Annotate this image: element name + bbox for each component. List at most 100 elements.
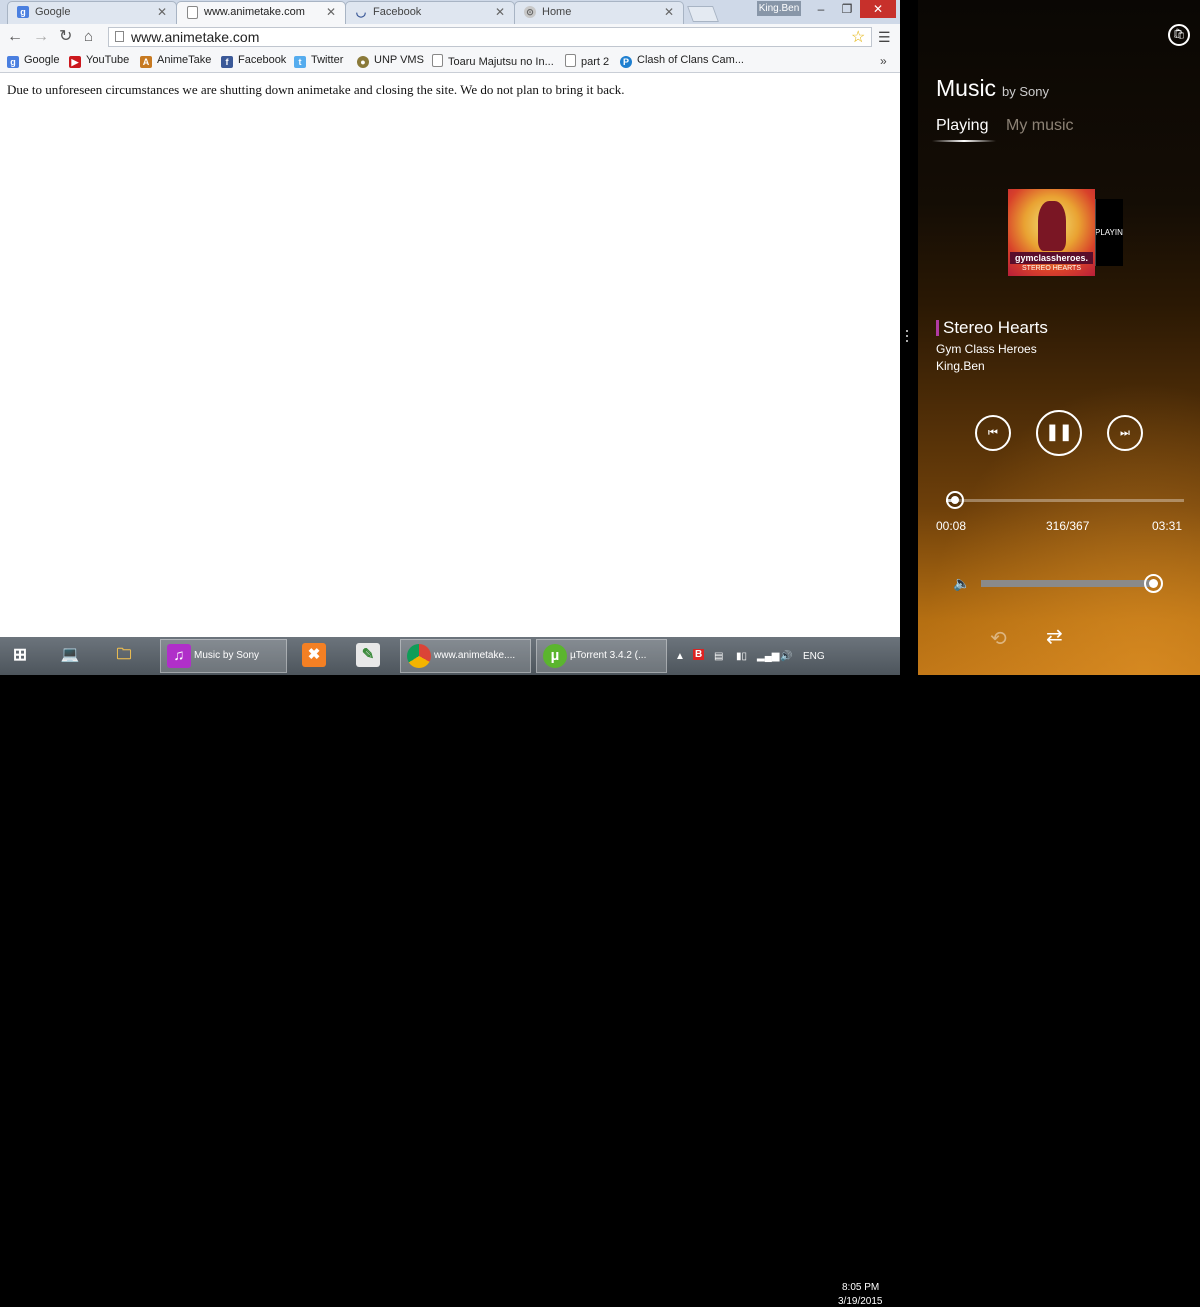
- battery-icon[interactable]: ▮▯: [736, 651, 747, 662]
- url-text[interactable]: www.animetake.com: [131, 29, 259, 45]
- google-icon: g: [7, 56, 19, 68]
- bookmark-label: YouTube: [86, 54, 130, 66]
- taskbar-editor[interactable]: ✎: [350, 639, 390, 673]
- animetake-icon: A: [140, 56, 152, 68]
- snap-divider[interactable]: [900, 0, 918, 675]
- song-user: King.Ben: [936, 359, 985, 373]
- folder-icon: 🗀: [116, 646, 132, 663]
- volume-slider[interactable]: [981, 574, 1163, 593]
- previous-button[interactable]: ⏮: [975, 415, 1011, 451]
- close-icon[interactable]: ✕: [157, 5, 167, 19]
- restore-button[interactable]: ❐: [834, 0, 860, 18]
- tray-window-icon[interactable]: ▤: [714, 651, 723, 662]
- close-icon[interactable]: ✕: [664, 5, 674, 19]
- tab-facebook[interactable]: ◡ Facebook ✕: [345, 1, 515, 24]
- close-icon[interactable]: ✕: [495, 5, 505, 19]
- time-total: 03:31: [1152, 519, 1183, 533]
- utorrent-icon: µ: [543, 644, 567, 668]
- language-indicator[interactable]: ENG: [803, 651, 825, 662]
- bookmark-google[interactable]: g Google: [7, 54, 59, 68]
- taskbar-music-by-sony[interactable]: ♫ Music by Sony: [160, 639, 287, 673]
- address-bar[interactable]: www.animetake.com: [108, 27, 872, 47]
- signal-icon[interactable]: ▂▄▆: [757, 651, 779, 662]
- song-artist: Gym Class Heroes: [936, 342, 1037, 356]
- skip-forward-icon: ⏭: [1120, 427, 1130, 439]
- tab-home[interactable]: ⊙ Home ✕: [514, 1, 684, 24]
- taskbar: ⊞ 💻 🗀 ♫ Music by Sony ✖ ✎ www.animetake.…: [0, 637, 900, 1307]
- back-icon[interactable]: ←: [7, 28, 23, 46]
- bookmark-label: AnimeTake: [157, 54, 212, 66]
- taskbar-pc[interactable]: 💻: [52, 639, 92, 673]
- bookmark-label: Twitter: [311, 54, 344, 66]
- store-icon[interactable]: 🛍: [1168, 24, 1190, 46]
- clock-time[interactable]: 8:05 PM: [842, 1282, 879, 1293]
- chevron-right-icon[interactable]: »: [880, 54, 887, 68]
- taskbar-label: www.animetake....: [434, 650, 516, 661]
- bookmark-youtube[interactable]: ▶ YouTube: [69, 54, 129, 68]
- album-figure: [1038, 201, 1066, 251]
- pause-button[interactable]: ❚❚: [1036, 410, 1082, 456]
- minimize-button[interactable]: –: [808, 0, 834, 18]
- bookmark-star-icon[interactable]: ☆: [851, 27, 865, 47]
- new-tab-button[interactable]: [687, 6, 719, 22]
- browser-window: g Google ✕ www.animetake.com ✕ ◡ Faceboo…: [0, 0, 900, 637]
- home-icon[interactable]: ⌂: [84, 28, 93, 46]
- menu-icon[interactable]: ☰: [878, 29, 891, 46]
- taskbar-explorer[interactable]: 🗀: [106, 639, 146, 673]
- bookmark-unp-vms[interactable]: ● UNP VMS: [357, 54, 424, 68]
- bookmark-facebook[interactable]: f Facebook: [221, 54, 286, 68]
- clock-date[interactable]: 3/19/2015: [838, 1296, 883, 1307]
- twitter-icon: t: [294, 56, 306, 68]
- tab-title: Home: [542, 6, 572, 18]
- close-window-button[interactable]: ✕: [860, 0, 896, 18]
- bookmark-clash-of-clans[interactable]: P Clash of Clans Cam...: [620, 54, 744, 68]
- start-button[interactable]: ⊞: [6, 639, 38, 673]
- shuffle-icon[interactable]: ⇄: [1046, 624, 1063, 649]
- bookmark-twitter[interactable]: t Twitter: [294, 54, 343, 68]
- youtube-icon: ▶: [69, 56, 81, 68]
- facebook-icon: f: [221, 56, 233, 68]
- volume-handle[interactable]: [1143, 574, 1163, 593]
- tray-app-icon[interactable]: B: [693, 649, 705, 660]
- taskbar-chrome[interactable]: www.animetake....: [400, 639, 531, 673]
- page-icon: [187, 6, 198, 19]
- bookmark-part-2[interactable]: part 2: [565, 54, 609, 68]
- bookmark-toaru[interactable]: Toaru Majutsu no In...: [432, 54, 554, 68]
- close-icon[interactable]: ✕: [326, 5, 336, 19]
- profile-badge[interactable]: King.Ben: [757, 1, 801, 16]
- forward-icon[interactable]: →: [33, 28, 49, 46]
- tab-google[interactable]: g Google ✕: [7, 1, 177, 24]
- bookmark-animetake[interactable]: A AnimeTake: [140, 54, 211, 68]
- taskbar-xampp[interactable]: ✖: [296, 639, 336, 673]
- bookmarks-bar: g Google ▶ YouTube A AnimeTake f Facebook tT…: [0, 51, 900, 73]
- pause-icon: ❚❚: [1045, 424, 1073, 441]
- page-icon: [565, 54, 576, 67]
- next-card[interactable]: PLAYING: [1095, 199, 1123, 266]
- skip-back-icon: ⏮: [988, 427, 998, 439]
- song-title: Stereo Hearts: [943, 318, 1048, 337]
- tab-my-music[interactable]: My music: [1006, 117, 1074, 135]
- active-tab-indicator: [932, 140, 996, 142]
- app-subtitle: by Sony: [1002, 84, 1049, 99]
- album-subtitle: STEREO HEARTS: [1022, 265, 1081, 272]
- tab-playing[interactable]: Playing: [936, 117, 988, 135]
- speaker-icon[interactable]: 🔊: [780, 651, 792, 662]
- next-button[interactable]: ⏭: [1107, 415, 1143, 451]
- seek-bar[interactable]: [946, 491, 1184, 509]
- reload-icon[interactable]: ↻: [59, 28, 72, 46]
- page-icon: [115, 31, 124, 42]
- volume-icon[interactable]: 🔈: [953, 575, 970, 592]
- chevron-up-icon[interactable]: ▲: [675, 651, 685, 662]
- xampp-icon: ✖: [302, 643, 326, 667]
- repeat-icon[interactable]: ⟲: [990, 626, 1007, 651]
- album-art[interactable]: gymclassheroes. STEREO HEARTS: [1008, 189, 1095, 276]
- bookmark-label: Google: [24, 54, 60, 66]
- taskbar-label: Music by Sony: [194, 650, 260, 661]
- app-title: Music: [936, 75, 997, 101]
- computer-icon: 💻: [60, 646, 80, 663]
- grip-icon[interactable]: [906, 327, 911, 349]
- seek-handle[interactable]: [946, 491, 965, 509]
- tab-animetake[interactable]: www.animetake.com ✕: [176, 1, 346, 24]
- taskbar-utorrent[interactable]: µ µTorrent 3.4.2 (...: [536, 639, 667, 673]
- music-app: 🛍 Music by Sony Playing My music gymclas…: [918, 0, 1200, 675]
